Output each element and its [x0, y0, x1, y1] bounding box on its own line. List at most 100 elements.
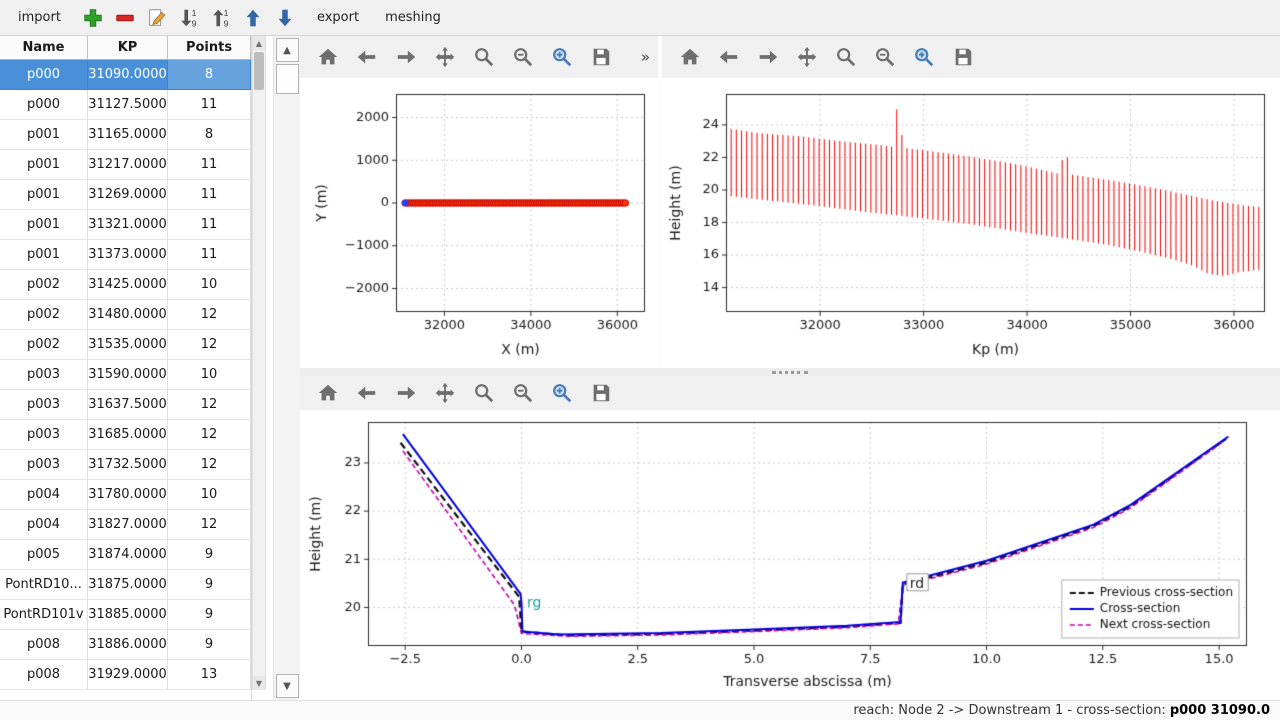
- cross-section-table-body: p00031090.00008p00031127.500011p00131165…: [0, 60, 251, 690]
- table-row[interactable]: p00331637.500012: [0, 390, 251, 420]
- svg-text:9: 9: [224, 19, 229, 28]
- table-cell: 12: [168, 510, 251, 540]
- pan-icon[interactable]: [431, 379, 459, 407]
- table-row[interactable]: p00131269.000011: [0, 180, 251, 210]
- cross-section-chart[interactable]: [300, 410, 1280, 700]
- toolbar-overflow-icon[interactable]: »: [641, 48, 650, 66]
- table-cell: p005: [0, 540, 88, 570]
- table-row[interactable]: p00031090.00008: [0, 60, 251, 90]
- table-row[interactable]: p00031127.500011: [0, 90, 251, 120]
- customize-icon[interactable]: [548, 43, 576, 71]
- panel-scroll-down-icon[interactable]: ▼: [276, 674, 299, 698]
- table-row[interactable]: p00131165.00008: [0, 120, 251, 150]
- back-icon[interactable]: [353, 43, 381, 71]
- sort-ascending-icon[interactable]: 19: [207, 4, 235, 32]
- move-up-icon[interactable]: [239, 4, 267, 32]
- forward-icon[interactable]: [392, 43, 420, 71]
- zoom-icon[interactable]: [470, 379, 498, 407]
- table-cell: 31886.0000: [88, 630, 168, 660]
- back-icon[interactable]: [353, 379, 381, 407]
- subplots-icon[interactable]: [509, 379, 537, 407]
- table-scroll-up-icon[interactable]: ▲: [253, 36, 265, 50]
- table-row[interactable]: p00331590.000010: [0, 360, 251, 390]
- table-cell: 31875.0000: [88, 570, 168, 600]
- customize-icon[interactable]: [548, 379, 576, 407]
- table-row[interactable]: p00431827.000012: [0, 510, 251, 540]
- table-cell: 31217.0000: [88, 150, 168, 180]
- move-down-icon[interactable]: [271, 4, 299, 32]
- table-row[interactable]: PontRD101v31885.00009: [0, 600, 251, 630]
- menu-meshing[interactable]: meshing: [373, 5, 453, 30]
- edit-icon[interactable]: [143, 4, 171, 32]
- column-header-kp[interactable]: KP: [88, 36, 168, 59]
- save-icon[interactable]: [587, 43, 615, 71]
- forward-icon[interactable]: [392, 379, 420, 407]
- table-cell: 9: [168, 600, 251, 630]
- menu-import[interactable]: import: [6, 5, 73, 30]
- table-cell: 12: [168, 300, 251, 330]
- panel-scroll-up-icon[interactable]: ▲: [276, 38, 299, 62]
- zoom-icon[interactable]: [832, 43, 860, 71]
- table-scrollbar[interactable]: ▲ ▼: [252, 36, 266, 690]
- top-plots-row: »: [300, 36, 1280, 368]
- application-window: import 1919 export meshing Name KP Point…: [0, 0, 1280, 720]
- table-cell: 31425.0000: [88, 270, 168, 300]
- column-header-name[interactable]: Name: [0, 36, 88, 59]
- back-icon[interactable]: [715, 43, 743, 71]
- home-icon[interactable]: [314, 379, 342, 407]
- table-cell: p008: [0, 660, 88, 690]
- cross-section-toolbar: [300, 376, 1280, 410]
- panel-scrollbar[interactable]: ▲ ▼: [273, 36, 300, 700]
- table-cell: 31685.0000: [88, 420, 168, 450]
- sort-descending-icon[interactable]: 19: [175, 4, 203, 32]
- table-cell: 31535.0000: [88, 330, 168, 360]
- table-cell: p003: [0, 450, 88, 480]
- table-scroll-down-icon[interactable]: ▼: [253, 676, 265, 690]
- table-cell: 12: [168, 420, 251, 450]
- table-row[interactable]: p00131217.000011: [0, 150, 251, 180]
- table-row[interactable]: PontRD10...31875.00009: [0, 570, 251, 600]
- table-cell: p003: [0, 420, 88, 450]
- splitter-handle[interactable]: [300, 368, 1280, 376]
- subplots-icon[interactable]: [509, 43, 537, 71]
- customize-icon[interactable]: [910, 43, 938, 71]
- zoom-icon[interactable]: [470, 43, 498, 71]
- home-icon[interactable]: [314, 43, 342, 71]
- table-row[interactable]: p00531874.00009: [0, 540, 251, 570]
- table-cell: PontRD10...: [0, 570, 88, 600]
- table-row[interactable]: p00131373.000011: [0, 240, 251, 270]
- table-row[interactable]: p00331685.000012: [0, 420, 251, 450]
- table-scrollbar-thumb[interactable]: [254, 52, 264, 90]
- table-row[interactable]: p00231535.000012: [0, 330, 251, 360]
- pan-icon[interactable]: [431, 43, 459, 71]
- subplots-icon[interactable]: [871, 43, 899, 71]
- table-cell: 9: [168, 540, 251, 570]
- home-icon[interactable]: [676, 43, 704, 71]
- table-row[interactable]: p00431780.000010: [0, 480, 251, 510]
- table-row[interactable]: p00331732.500012: [0, 450, 251, 480]
- table-row[interactable]: p00131321.000011: [0, 210, 251, 240]
- table-cell: 10: [168, 270, 251, 300]
- table-cell: 31732.5000: [88, 450, 168, 480]
- table-cell: 31637.5000: [88, 390, 168, 420]
- table-cell: 31127.5000: [88, 90, 168, 120]
- table-row[interactable]: p00231480.000012: [0, 300, 251, 330]
- table-row[interactable]: p00831886.00009: [0, 630, 251, 660]
- add-icon[interactable]: [79, 4, 107, 32]
- table-cell: p002: [0, 270, 88, 300]
- plots-panel: »: [300, 36, 1280, 700]
- table-row[interactable]: p00231425.000010: [0, 270, 251, 300]
- panel-scrollbar-thumb[interactable]: [276, 64, 299, 94]
- save-icon[interactable]: [949, 43, 977, 71]
- save-icon[interactable]: [587, 379, 615, 407]
- plan-view-chart[interactable]: [300, 78, 658, 368]
- table-row[interactable]: p00831929.000013: [0, 660, 251, 690]
- forward-icon[interactable]: [754, 43, 782, 71]
- longitudinal-chart[interactable]: [662, 78, 1280, 368]
- table-cell: 31780.0000: [88, 480, 168, 510]
- remove-icon[interactable]: [111, 4, 139, 32]
- menubar-tools: 1919: [79, 4, 299, 32]
- menu-export[interactable]: export: [305, 5, 371, 30]
- pan-icon[interactable]: [793, 43, 821, 71]
- column-header-points[interactable]: Points: [168, 36, 251, 59]
